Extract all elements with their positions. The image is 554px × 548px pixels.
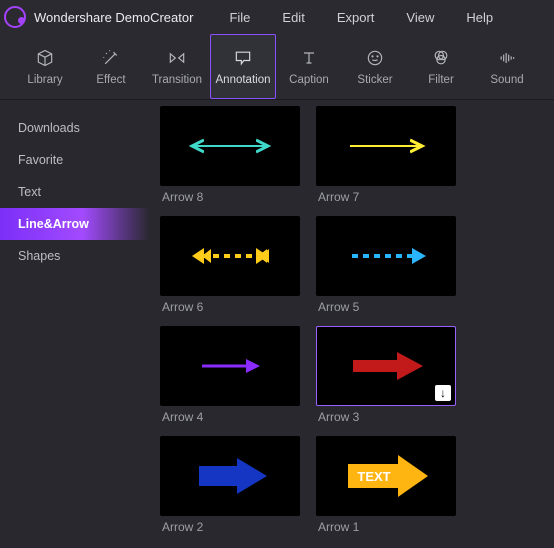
thumb-arrow-2[interactable]: [160, 436, 300, 516]
gallery-caption: Arrow 4: [160, 406, 300, 432]
sidebar-item-text[interactable]: Text: [0, 176, 150, 208]
thumb-arrow-7[interactable]: [316, 106, 456, 186]
tool-label: Filter: [428, 74, 454, 86]
app-logo-icon: [4, 6, 26, 28]
gallery-caption: Arrow 3: [316, 406, 456, 432]
sidebar-item-favorite[interactable]: Favorite: [0, 144, 150, 176]
gallery-item[interactable]: TEXT Arrow 1: [316, 436, 456, 542]
wand-icon: [101, 48, 121, 68]
dashed-double-arrow-icon: [180, 241, 280, 271]
tool-label: Transition: [152, 74, 202, 86]
tool-annotation[interactable]: Annotation: [210, 34, 276, 99]
tool-sticker[interactable]: Sticker: [342, 34, 408, 99]
block-arrow-text-icon: TEXT: [338, 452, 434, 500]
thumb-arrow-6[interactable]: [160, 216, 300, 296]
tool-sound[interactable]: Sound: [474, 34, 540, 99]
single-thin-arrow-icon: [336, 131, 436, 161]
svg-text:TEXT: TEXT: [357, 469, 390, 484]
gallery-item[interactable]: Arrow 6: [160, 216, 300, 322]
block-arrow-icon: [185, 454, 275, 498]
thumb-arrow-1[interactable]: TEXT: [316, 436, 456, 516]
tool-label: Caption: [289, 74, 329, 86]
gallery-caption: Arrow 6: [160, 296, 300, 322]
gallery-item[interactable]: Arrow 4: [160, 326, 300, 432]
sidebar-item-downloads[interactable]: Downloads: [0, 112, 150, 144]
download-icon[interactable]: ↓: [435, 385, 451, 401]
tool-label: Sound: [490, 74, 523, 86]
gallery-caption: Arrow 8: [160, 186, 300, 212]
sound-icon: [497, 48, 517, 68]
gallery-item[interactable]: Arrow 5: [316, 216, 456, 322]
tool-effect[interactable]: Effect: [78, 34, 144, 99]
gallery-item[interactable]: Arrow 8: [160, 106, 300, 212]
gallery-caption: Arrow 7: [316, 186, 456, 212]
app-title: Wondershare DemoCreator: [34, 10, 193, 25]
toolbar: Library Effect Transition Annotation Cap…: [0, 34, 554, 100]
sidebar: Downloads Favorite Text Line&Arrow Shape…: [0, 100, 150, 548]
thumb-arrow-4[interactable]: [160, 326, 300, 406]
tool-label: Annotation: [216, 74, 271, 86]
tool-transition[interactable]: Transition: [144, 34, 210, 99]
tool-caption[interactable]: Caption: [276, 34, 342, 99]
menu-edit[interactable]: Edit: [268, 6, 318, 29]
menu-file[interactable]: File: [215, 6, 264, 29]
gallery-item[interactable]: Arrow 7: [316, 106, 456, 212]
tool-label: Sticker: [357, 74, 392, 86]
tool-label: Library: [27, 74, 62, 86]
tool-label: Effect: [96, 74, 125, 86]
gallery-caption: Arrow 5: [316, 296, 456, 322]
menu-help[interactable]: Help: [452, 6, 507, 29]
main-area: Downloads Favorite Text Line&Arrow Shape…: [0, 100, 554, 548]
gallery: Arrow 8 Arrow 7 Arrow 6: [150, 100, 554, 548]
sidebar-item-shapes[interactable]: Shapes: [0, 240, 150, 272]
tool-library[interactable]: Library: [12, 34, 78, 99]
filter-icon: [431, 48, 451, 68]
dashed-single-arrow-icon: [336, 241, 436, 271]
single-thin-arrow-icon: [190, 351, 270, 381]
sticker-icon: [365, 48, 385, 68]
caption-icon: [299, 48, 319, 68]
gallery-item[interactable]: ↓ Arrow 3: [316, 326, 456, 432]
app-logo-group: Wondershare DemoCreator: [4, 6, 193, 28]
double-thin-arrow-icon: [180, 131, 280, 161]
gallery-caption: Arrow 2: [160, 516, 300, 542]
cube-icon: [35, 48, 55, 68]
tool-filter[interactable]: Filter: [408, 34, 474, 99]
menu-view[interactable]: View: [392, 6, 448, 29]
sidebar-item-line-arrow[interactable]: Line&Arrow: [0, 208, 150, 240]
annotation-icon: [233, 48, 253, 68]
menubar: Wondershare DemoCreator File Edit Export…: [0, 0, 554, 34]
menu-export[interactable]: Export: [323, 6, 389, 29]
gallery-item[interactable]: Arrow 2: [160, 436, 300, 542]
transition-icon: [167, 48, 187, 68]
thumb-arrow-8[interactable]: [160, 106, 300, 186]
thumb-arrow-3[interactable]: ↓: [316, 326, 456, 406]
gallery-caption: Arrow 1: [316, 516, 456, 542]
block-arrow-icon: [341, 346, 431, 386]
thumb-arrow-5[interactable]: [316, 216, 456, 296]
